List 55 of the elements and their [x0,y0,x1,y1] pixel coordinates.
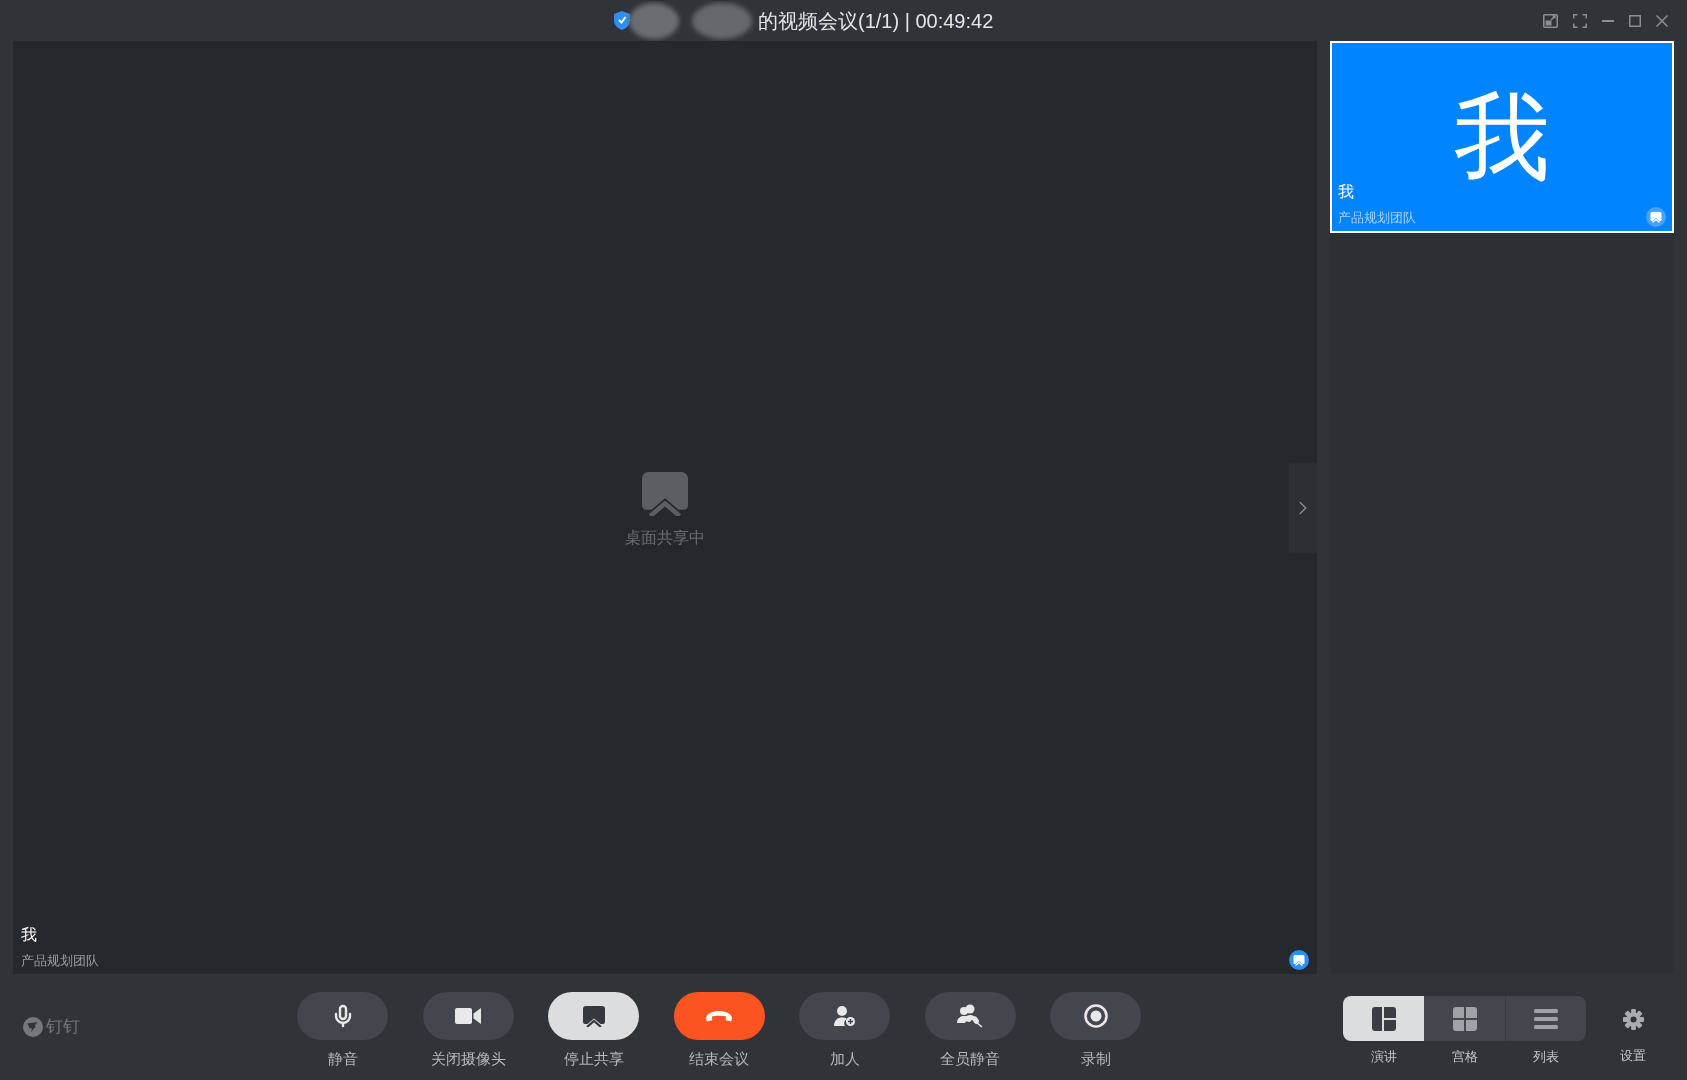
record-button[interactable] [1050,992,1141,1040]
mute-all-button[interactable] [924,992,1016,1040]
add-person-button[interactable] [799,992,890,1040]
layout-tab[interactable] [1505,996,1586,1041]
video-camera-icon [455,1007,481,1025]
settings-icon [1622,1009,1644,1030]
speaker-layout-icon [1371,1006,1396,1031]
settings-button[interactable] [1622,1009,1644,1030]
layout-label: 列表 [1532,1048,1559,1066]
picture-in-picture-button[interactable] [1543,12,1558,29]
maximize-icon [1629,14,1641,27]
brand-name: 钉钉 [46,1016,80,1039]
window-title: 的视频会议(1/1) | 00:49:42 [758,8,994,34]
end-meeting-button[interactable] [673,992,765,1040]
avatar-character: 我 [1454,89,1550,185]
close-icon [1656,14,1668,27]
button-label: 加人 [829,1049,860,1069]
sharing-status: 桌面共享中 [625,527,705,548]
participant-tile[interactable]: 我 我 产品规划团队 [1330,41,1674,233]
button-label: 关闭摄像头 [430,1049,506,1069]
shield-icon [614,11,630,30]
button-label: 录制 [1080,1049,1111,1069]
screen-share-icon [642,471,688,516]
add-person-icon [833,1005,856,1027]
close-button[interactable] [1656,12,1668,29]
picture-in-picture-icon [1543,13,1558,28]
camera-button[interactable] [422,992,514,1040]
layout-tab[interactable] [1343,996,1424,1041]
fullscreen-icon [1573,13,1587,28]
button-label: 静音 [327,1049,358,1069]
screen-share-badge-icon [1646,207,1666,227]
button-label: 全员静音 [940,1049,1000,1069]
participant-name: 我 [21,924,38,945]
record-icon [1083,1004,1108,1028]
screen-share-badge-icon [1289,950,1309,970]
fullscreen-button[interactable] [1573,12,1587,29]
layout-tab[interactable] [1424,996,1505,1041]
mute-button[interactable] [297,992,388,1040]
list-layout-icon [1534,1008,1558,1029]
participant-team: 产品规划团队 [1338,208,1416,227]
participant-name: 我 [1338,181,1355,202]
minimize-icon [1602,19,1614,22]
logo-icon [23,1017,43,1037]
button-label: 结束会议 [689,1049,749,1069]
people-mute-icon [957,1004,983,1028]
button-label: 停止共享 [563,1049,624,1069]
layout-label: 演讲 [1370,1048,1397,1066]
phone-hangup-icon [706,1010,732,1022]
grid-layout-icon [1452,1006,1477,1031]
layout-label: 宫格 [1451,1048,1478,1066]
maximize-button[interactable] [1629,12,1641,29]
stop-share-button[interactable] [548,992,639,1040]
settings-label: 设置 [1620,1047,1646,1065]
participant-team: 产品规划团队 [21,951,99,970]
screen-share-icon [582,1005,605,1027]
